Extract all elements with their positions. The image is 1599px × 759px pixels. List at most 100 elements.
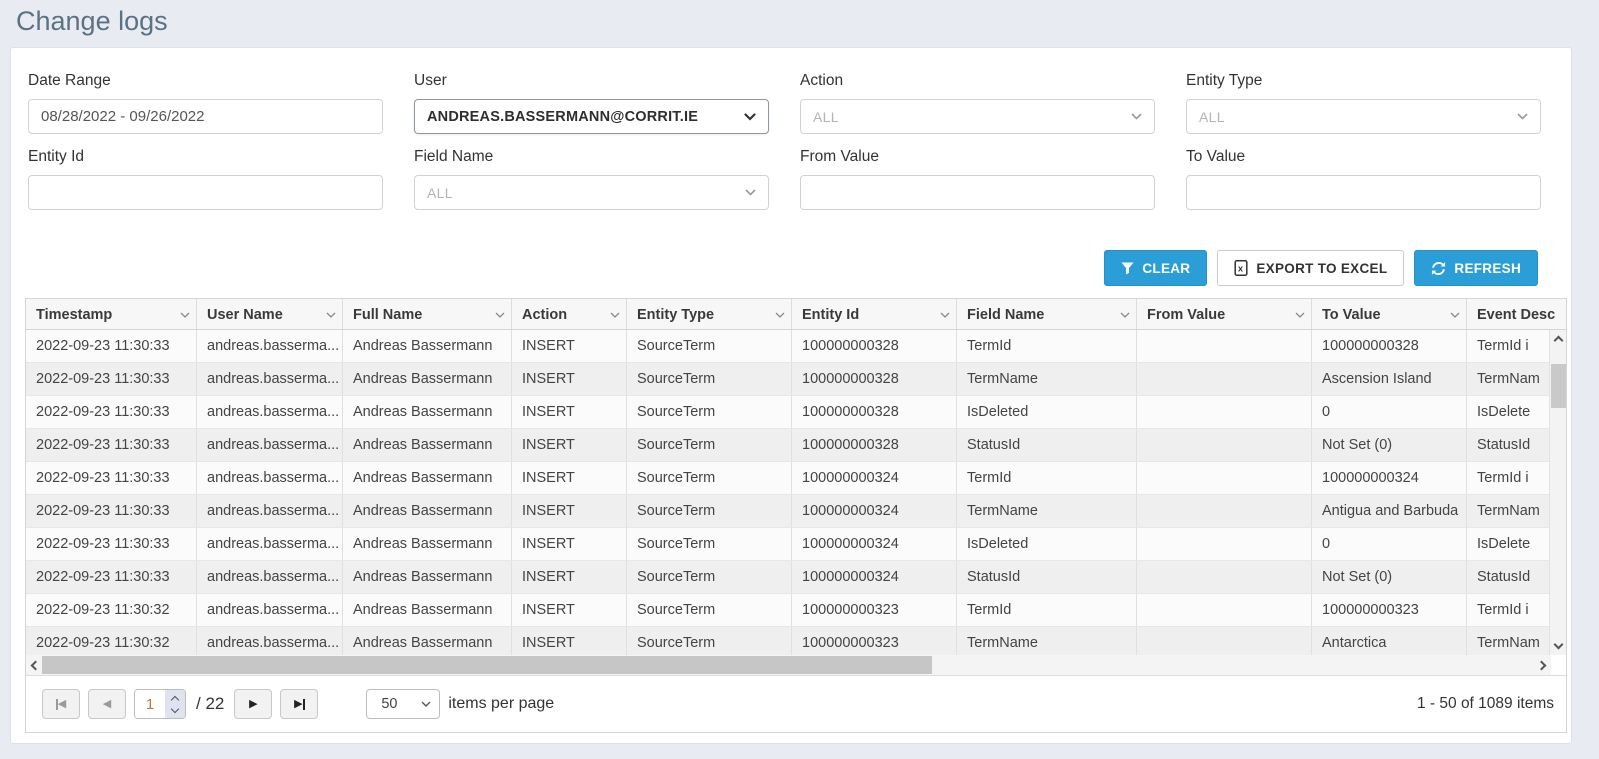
filter-icon	[1121, 262, 1134, 275]
column-menu-chevron-icon[interactable]	[940, 312, 950, 318]
column-menu-chevron-icon[interactable]	[1295, 312, 1305, 318]
table-cell: SourceTerm	[627, 330, 792, 362]
table-cell: TermName	[957, 627, 1137, 655]
table-cell: 2022-09-23 11:30:33	[26, 429, 197, 461]
table-cell: TermId	[957, 594, 1137, 626]
column-menu-chevron-icon[interactable]	[1120, 312, 1130, 318]
table-cell: INSERT	[512, 627, 627, 655]
table-cell: INSERT	[512, 363, 627, 395]
table-cell: SourceTerm	[627, 528, 792, 560]
table-cell: SourceTerm	[627, 627, 792, 655]
table-cell: SourceTerm	[627, 594, 792, 626]
user-dropdown[interactable]: ANDREAS.BASSERMANN@CORRIT.IE	[414, 99, 769, 134]
date-range-input[interactable]	[28, 99, 383, 134]
clear-button-label: CLEAR	[1142, 261, 1190, 276]
column-menu-chevron-icon[interactable]	[180, 312, 190, 318]
table-row[interactable]: 2022-09-23 11:30:33andreas.basserma...An…	[26, 495, 1566, 528]
table-cell: 100000000328	[1312, 330, 1467, 362]
column-menu-chevron-icon[interactable]	[610, 312, 620, 318]
action-dropdown[interactable]: ALL	[800, 99, 1155, 134]
table-cell	[1137, 561, 1312, 593]
table-cell: 2022-09-23 11:30:32	[26, 627, 197, 655]
export-button-label: EXPORT TO EXCEL	[1256, 261, 1387, 276]
table-row[interactable]: 2022-09-23 11:30:33andreas.basserma...An…	[26, 363, 1566, 396]
table-row[interactable]: 2022-09-23 11:30:33andreas.basserma...An…	[26, 330, 1566, 363]
column-header-user-name[interactable]: User Name	[197, 299, 343, 330]
column-header-full-name[interactable]: Full Name	[343, 299, 512, 330]
column-menu-chevron-icon[interactable]	[1450, 312, 1460, 318]
table-cell: TermId	[957, 462, 1137, 494]
page-size-select[interactable]: 50	[366, 689, 440, 719]
vertical-scrollbar-thumb[interactable]	[1551, 364, 1566, 408]
column-header-label: Full Name	[353, 307, 491, 323]
scroll-up-arrow[interactable]	[1550, 330, 1567, 347]
column-menu-chevron-icon[interactable]	[495, 312, 505, 318]
user-dropdown-value: ANDREAS.BASSERMANN@CORRIT.IE	[427, 109, 744, 125]
table-cell: Andreas Bassermann	[343, 429, 512, 461]
table-cell: andreas.basserma...	[197, 627, 343, 655]
from-value-input[interactable]	[800, 175, 1155, 210]
items-summary: 1 - 50 of 1089 items	[1417, 695, 1554, 713]
column-header-timestamp[interactable]: Timestamp	[26, 299, 197, 330]
entity-id-input[interactable]	[28, 175, 383, 210]
column-menu-chevron-icon[interactable]	[775, 312, 785, 318]
page-number-spinner[interactable]	[165, 690, 185, 718]
table-row[interactable]: 2022-09-23 11:30:33andreas.basserma...An…	[26, 561, 1566, 594]
refresh-button[interactable]: REFRESH	[1414, 250, 1538, 286]
table-cell: 100000000324	[1312, 462, 1467, 494]
last-page-button[interactable]: ▶	[280, 689, 318, 719]
entity-type-dropdown[interactable]: ALL	[1186, 99, 1541, 134]
scroll-left-arrow[interactable]	[26, 655, 42, 675]
action-dropdown-value: ALL	[813, 109, 1131, 125]
column-header-entity-type[interactable]: Entity Type	[627, 299, 792, 330]
to-value-field: To Value	[1186, 148, 1541, 210]
column-header-from-value[interactable]: From Value	[1137, 299, 1312, 330]
table-cell: INSERT	[512, 462, 627, 494]
horizontal-scrollbar[interactable]	[26, 655, 1551, 675]
table-cell: Andreas Bassermann	[343, 363, 512, 395]
table-cell: 2022-09-23 11:30:33	[26, 528, 197, 560]
clear-button[interactable]: CLEAR	[1104, 250, 1207, 286]
first-page-button[interactable]: ◀	[42, 689, 80, 719]
table-cell: Andreas Bassermann	[343, 330, 512, 362]
toolbar: CLEAR x EXPORT TO EXCEL REFRESH	[1104, 250, 1538, 286]
table-row[interactable]: 2022-09-23 11:30:33andreas.basserma...An…	[26, 528, 1566, 561]
field-name-dropdown[interactable]: ALL	[414, 175, 769, 210]
scroll-down-arrow[interactable]	[1550, 638, 1567, 655]
page-number-box	[134, 689, 186, 719]
vertical-scrollbar[interactable]	[1549, 330, 1566, 655]
table-cell: 100000000328	[792, 429, 957, 461]
refresh-button-label: REFRESH	[1454, 261, 1521, 276]
table-cell: andreas.basserma...	[197, 429, 343, 461]
table-row[interactable]: 2022-09-23 11:30:33andreas.basserma...An…	[26, 462, 1566, 495]
table-cell: 100000000323	[1312, 594, 1467, 626]
column-header-event-desc[interactable]: Event Desc	[1467, 299, 1566, 330]
pager: ◀ ◀ / 22 ▶ ▶ 50 items per page 1 - 50 of…	[26, 675, 1566, 732]
table-cell: SourceTerm	[627, 429, 792, 461]
to-value-input[interactable]	[1186, 175, 1541, 210]
table-cell	[1137, 462, 1312, 494]
date-range-label: Date Range	[28, 72, 383, 90]
export-to-excel-button[interactable]: x EXPORT TO EXCEL	[1217, 250, 1404, 286]
column-header-to-value[interactable]: To Value	[1312, 299, 1467, 330]
previous-page-button[interactable]: ◀	[88, 689, 126, 719]
table-cell: SourceTerm	[627, 495, 792, 527]
column-menu-chevron-icon[interactable]	[326, 312, 336, 318]
table-cell: 100000000328	[792, 363, 957, 395]
svg-text:x: x	[1238, 264, 1243, 274]
column-header-action[interactable]: Action	[512, 299, 627, 330]
table-cell: andreas.basserma...	[197, 594, 343, 626]
page-number-input[interactable]	[135, 690, 165, 718]
scroll-right-arrow[interactable]	[1535, 655, 1551, 675]
table-cell: TermName	[957, 363, 1137, 395]
table-row[interactable]: 2022-09-23 11:30:32andreas.basserma...An…	[26, 627, 1566, 655]
column-header-entity-id[interactable]: Entity Id	[792, 299, 957, 330]
next-page-button[interactable]: ▶	[234, 689, 272, 719]
table-row[interactable]: 2022-09-23 11:30:32andreas.basserma...An…	[26, 594, 1566, 627]
items-per-page-label: items per page	[448, 695, 554, 713]
column-header-field-name[interactable]: Field Name	[957, 299, 1137, 330]
table-row[interactable]: 2022-09-23 11:30:33andreas.basserma...An…	[26, 429, 1566, 462]
column-header-label: Event Desc	[1477, 307, 1561, 323]
horizontal-scrollbar-thumb[interactable]	[42, 656, 932, 674]
table-row[interactable]: 2022-09-23 11:30:33andreas.basserma...An…	[26, 396, 1566, 429]
